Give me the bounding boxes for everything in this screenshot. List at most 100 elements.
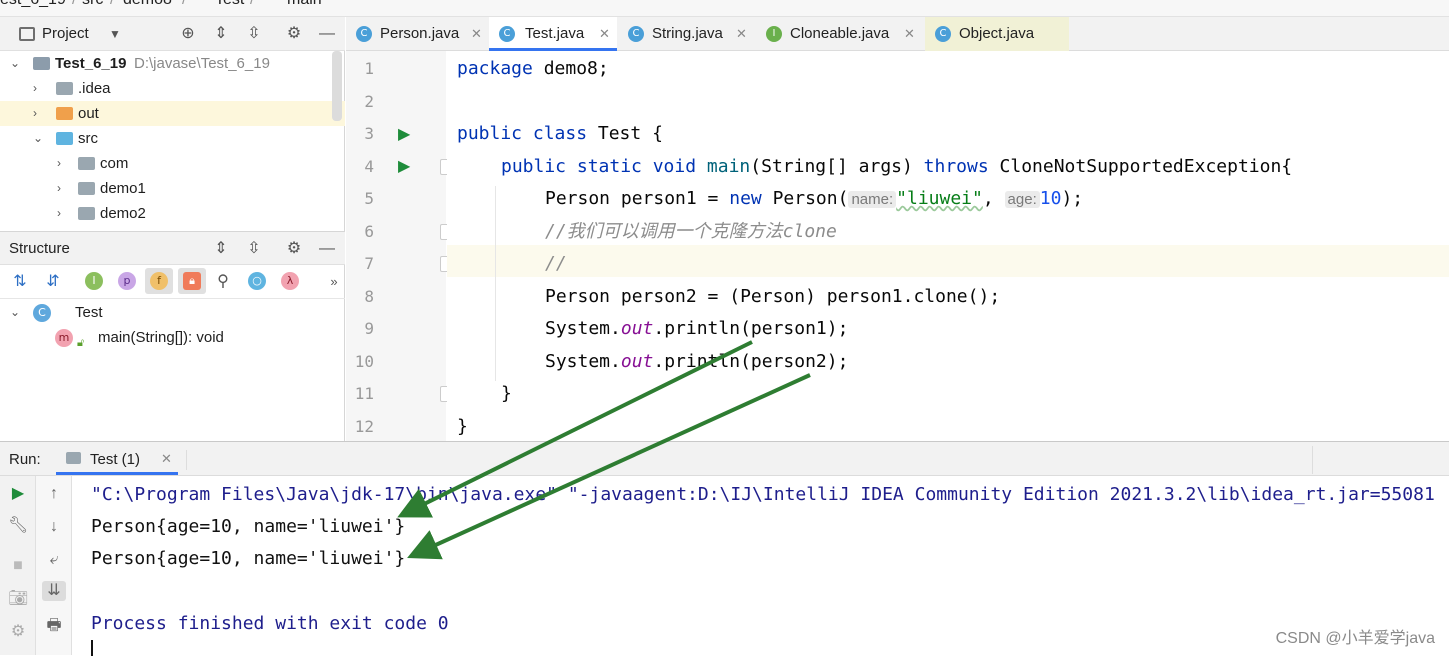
scroll-to-end-icon[interactable]: ⇊ (42, 581, 66, 601)
chevron-right-icon[interactable]: › (57, 201, 61, 226)
settings-icon[interactable]: ⚙ (8, 622, 28, 642)
editor-gutter[interactable]: 1 2 3 4 5 6 7 8 9 10 11 12 ▶ ▶ (346, 51, 452, 441)
code-line-9[interactable]: System.out.println(person1); (545, 319, 848, 339)
minimize-icon[interactable]: — (318, 240, 336, 258)
show-lambdas-tree-icon[interactable]: ⚲ (214, 273, 232, 291)
anonymous-classes-icon[interactable]: ○ (248, 272, 266, 290)
line-number: 12 (354, 417, 374, 436)
package-icon (78, 182, 95, 195)
tree-item-out[interactable]: › out (0, 101, 345, 126)
code-text: System. (545, 318, 621, 339)
more-icon[interactable]: » (325, 273, 343, 291)
sort-alphabetically-icon[interactable]: ⇵ (44, 273, 62, 291)
breadcrumb-package[interactable]: demo8 (123, 0, 172, 9)
run-main-icon[interactable]: ▶ (398, 156, 410, 176)
minimize-icon[interactable]: — (318, 25, 336, 43)
code-line-6[interactable]: //我们可以调用一个克隆方法clone (545, 222, 837, 242)
project-scrollbar[interactable] (332, 51, 342, 121)
code-line-7[interactable]: // (545, 254, 567, 274)
collapse-all-icon[interactable]: ⇳ (245, 240, 263, 258)
structure-method-name: main(String[]): void (98, 329, 224, 346)
gear-icon[interactable]: ⚙ (285, 25, 303, 43)
close-icon[interactable]: ✕ (904, 17, 915, 51)
structure-class-row[interactable]: ⌄ C Test (0, 300, 345, 325)
chevron-down-icon[interactable]: ▼ (106, 25, 124, 43)
stop-icon[interactable]: ■ (8, 556, 28, 576)
run-label: Run: (9, 451, 41, 468)
chevron-down-icon[interactable]: ⌄ (10, 300, 20, 325)
arrow-up-icon[interactable]: ↑ (44, 484, 64, 504)
tree-item-label: out (78, 105, 99, 122)
run-tab-test[interactable]: Test (1) ✕ (56, 442, 178, 475)
tab-cloneable-java[interactable]: I Cloneable.java ✕ (756, 17, 921, 51)
code-line-11[interactable]: } (501, 384, 512, 404)
tree-item-demo1[interactable]: › demo1 (0, 176, 345, 201)
print-icon[interactable]: 🖶︎ (44, 616, 64, 636)
locate-icon[interactable]: ⊕ (179, 25, 197, 43)
expand-all-icon[interactable]: ⇕ (212, 25, 230, 43)
show-inherited-icon[interactable]: I (85, 272, 103, 290)
run-config-icon (66, 452, 81, 464)
tab-string-java[interactable]: C String.java ✕ (618, 17, 754, 51)
code-line-5[interactable]: Person person1 = new Person(name: "liuwei… (545, 189, 1083, 210)
code-line-10[interactable]: System.out.println(person2); (545, 352, 848, 372)
structure-class-name: Test (75, 304, 103, 321)
close-icon[interactable]: ✕ (161, 451, 172, 467)
breadcrumb-project[interactable]: est_6_19 (0, 0, 66, 9)
project-panel-title[interactable]: Project (42, 25, 89, 42)
soft-wrap-icon[interactable]: ⤶ (44, 550, 64, 570)
arrow-down-icon[interactable]: ↓ (44, 517, 64, 537)
code-line-12[interactable]: } (457, 417, 468, 437)
show-properties-icon[interactable]: p (118, 272, 136, 290)
code-line-3[interactable]: public class Test { (457, 124, 663, 144)
console-line-output-2: Person{age=10, name='liuwei'} (91, 548, 406, 569)
close-icon[interactable]: ✕ (471, 17, 482, 51)
chevron-down-icon[interactable]: ⌄ (10, 51, 20, 76)
code-editor[interactable]: package demo8; public class Test { publi… (447, 51, 1449, 441)
close-icon[interactable]: ✕ (599, 17, 610, 51)
expand-all-icon[interactable]: ⇕ (212, 240, 230, 258)
parameter-hint: age: (1004, 191, 1040, 208)
tab-person-java[interactable]: C Person.java ✕ (346, 17, 488, 51)
code-line-4[interactable]: public static void main(String[] args) t… (501, 157, 1292, 177)
current-line-highlight (447, 245, 1449, 277)
chevron-down-icon[interactable]: ⌄ (33, 126, 43, 151)
rerun-icon[interactable]: ▶ (8, 484, 28, 504)
show-non-public-icon[interactable]: 🔒︎ (183, 272, 201, 290)
class-icon: C (935, 26, 951, 42)
line-number: 6 (364, 222, 374, 241)
camera-icon[interactable]: 📷︎ (8, 589, 28, 609)
chevron-right-icon[interactable]: › (33, 76, 37, 101)
gear-icon[interactable]: ⚙ (285, 240, 303, 258)
chevron-right-icon[interactable]: › (33, 101, 37, 126)
code-text: Person person1 = (545, 188, 730, 209)
code-line-8[interactable]: Person person2 = (Person) person1.clone(… (545, 287, 1000, 307)
show-fields-icon[interactable]: f (150, 272, 168, 290)
tree-item-com[interactable]: › com (0, 151, 345, 176)
tree-item-idea[interactable]: › .idea (0, 76, 345, 101)
code-text: (String[] args) (750, 156, 924, 177)
divider (1312, 446, 1313, 474)
editor-tab-bar: C Person.java ✕ C Test.java ✕ C String.j… (346, 17, 1449, 51)
lambda-icon[interactable]: λ (281, 272, 299, 290)
chevron-right-icon[interactable]: › (57, 176, 61, 201)
breadcrumb-src[interactable]: src (82, 0, 103, 9)
tab-test-java[interactable]: C Test.java ✕ (489, 17, 617, 51)
tree-root[interactable]: ⌄ Test_6_19 D:\javase\Test_6_19 (0, 51, 345, 76)
tree-item-src[interactable]: ⌄ src (0, 126, 345, 151)
collapse-all-icon[interactable]: ⇳ (245, 25, 263, 43)
chevron-right-icon[interactable]: › (57, 151, 61, 176)
sort-by-visibility-icon[interactable]: ⇅ (11, 273, 29, 291)
close-icon[interactable]: ✕ (736, 17, 747, 51)
breadcrumb-class[interactable]: Test (215, 0, 244, 9)
wrench-icon[interactable]: 🔧︎ (8, 516, 28, 536)
code-text: System. (545, 351, 621, 372)
run-class-icon[interactable]: ▶ (398, 124, 410, 144)
console-output[interactable]: "C:\Program Files\Java\jdk-17\bin\java.e… (72, 476, 1449, 656)
code-line-1[interactable]: package demo8; (457, 59, 609, 79)
structure-method-row[interactable]: m 🔓︎ main(String[]): void (0, 325, 345, 350)
package-icon (78, 207, 95, 220)
tab-object-java[interactable]: C Object.java (925, 17, 1069, 51)
breadcrumb-method[interactable]: main (287, 0, 322, 9)
tree-item-demo2[interactable]: › demo2 (0, 201, 345, 226)
